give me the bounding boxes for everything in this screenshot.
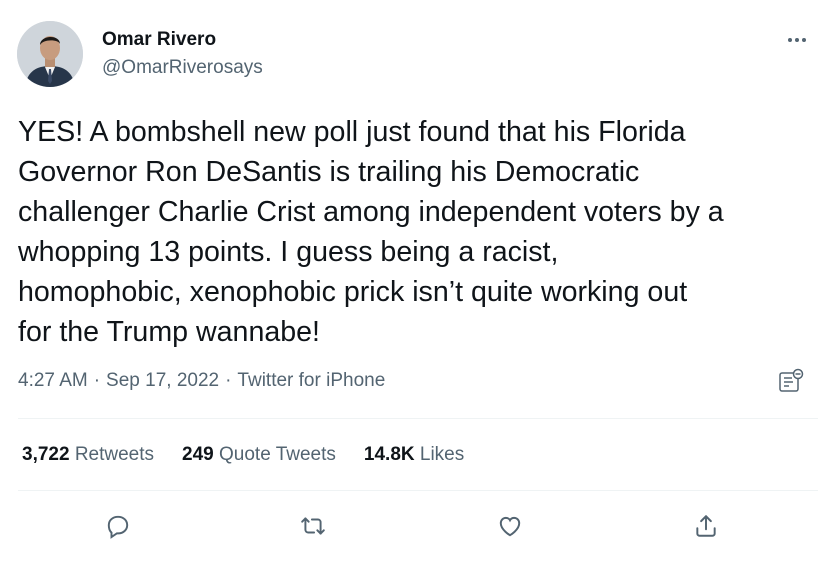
tweet-source[interactable]: Twitter for iPhone (237, 370, 385, 392)
retweets-label: Retweets (74, 444, 155, 465)
share-button[interactable] (686, 506, 726, 546)
retweet-icon (301, 517, 325, 535)
likes-label: Likes (419, 444, 465, 465)
analytics-icon[interactable] (778, 368, 804, 394)
retweets-stat[interactable]: 3,722 Retweets (22, 444, 154, 466)
tweet-time[interactable]: 4:27 AM (18, 370, 88, 392)
user-handle[interactable]: @OmarRiverosays (102, 57, 263, 79)
tweet-meta: 4:27 AM · Sep 17, 2022 · Twitter for iPh… (18, 370, 385, 392)
divider (18, 418, 818, 419)
more-icon (795, 38, 799, 42)
tweet-actions (0, 506, 840, 546)
share-icon (696, 515, 716, 537)
quote-tweets-stat[interactable]: 249 Quote Tweets (182, 444, 336, 466)
profile-photo-icon (17, 21, 83, 87)
tweet-date[interactable]: Sep 17, 2022 (106, 370, 219, 392)
avatar[interactable] (17, 21, 83, 87)
quote-tweets-count: 249 (182, 444, 214, 465)
meta-separator: · (93, 370, 101, 391)
quote-tweets-label: Quote Tweets (219, 444, 336, 465)
like-icon (499, 516, 521, 537)
reply-icon (107, 515, 129, 539)
like-button[interactable] (490, 506, 530, 546)
likes-stat[interactable]: 14.8K Likes (364, 444, 464, 466)
more-button[interactable] (782, 30, 812, 50)
reply-button[interactable] (98, 506, 138, 546)
tweet-text: YES! A bombshell new poll just found tha… (18, 116, 724, 348)
more-icon (788, 38, 792, 42)
tweet-stats: 3,722 Retweets 249 Quote Tweets 14.8K Li… (22, 444, 464, 466)
likes-count: 14.8K (363, 444, 415, 465)
display-name[interactable]: Omar Rivero (102, 29, 216, 51)
tweet-card: Omar Rivero @OmarRiverosays YES! A bombs… (0, 0, 840, 564)
retweets-count: 3,722 (22, 444, 70, 465)
more-icon (802, 38, 806, 42)
divider (18, 490, 818, 491)
meta-separator: · (225, 370, 232, 391)
retweet-button[interactable] (293, 506, 333, 546)
